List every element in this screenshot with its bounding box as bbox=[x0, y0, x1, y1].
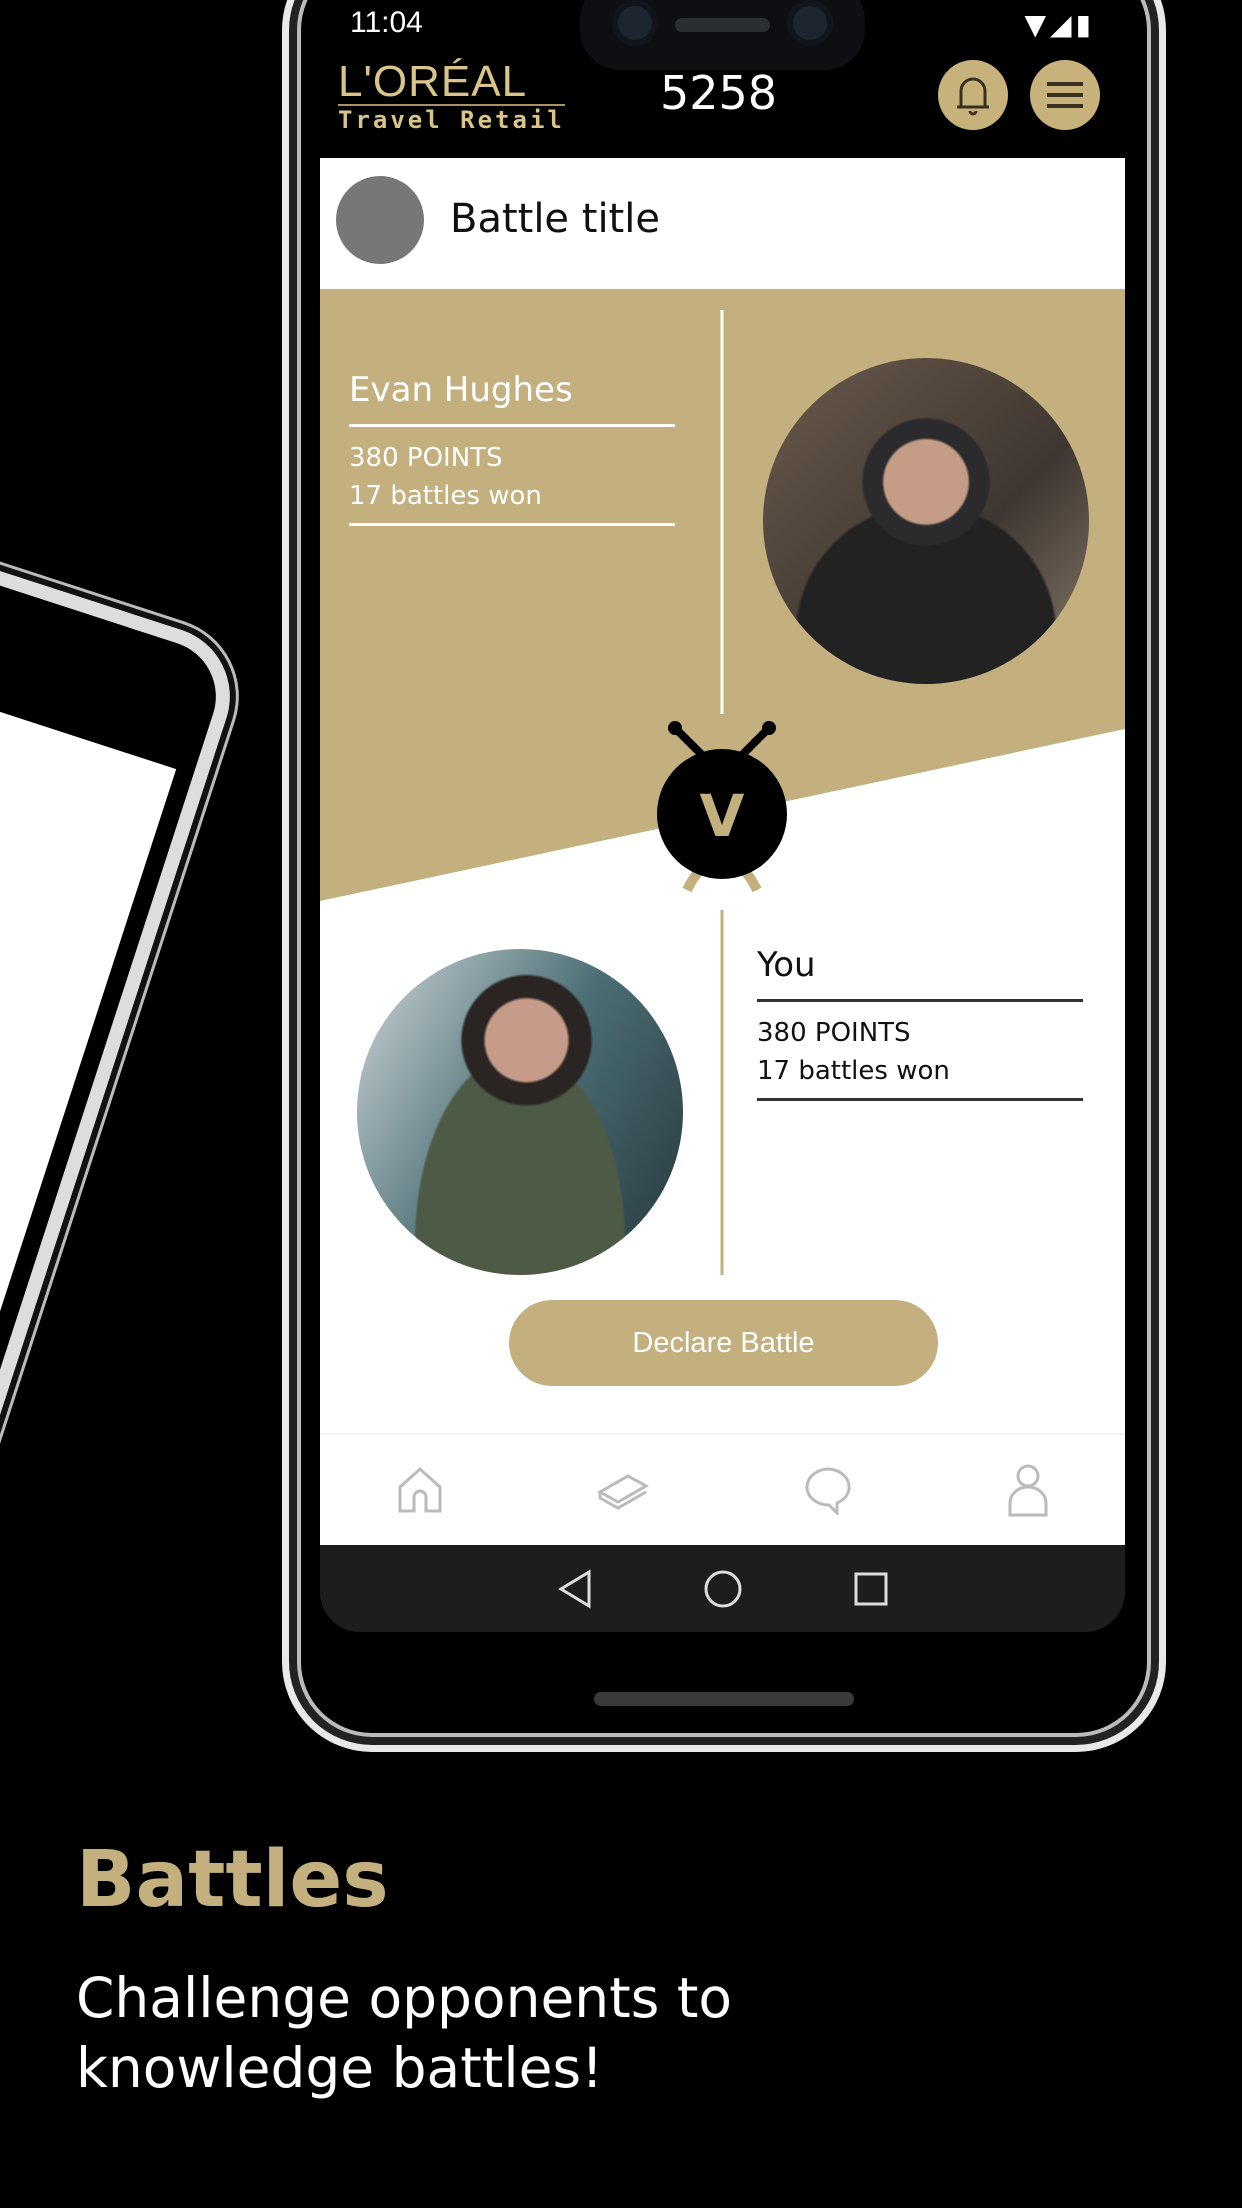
home-icon[interactable] bbox=[396, 1465, 444, 1515]
bottom-nav bbox=[320, 1433, 1125, 1545]
battle-title-bar: Battle title bbox=[320, 158, 1125, 289]
bell-icon bbox=[957, 77, 989, 116]
recents-icon[interactable] bbox=[853, 1571, 889, 1607]
book-icon[interactable] bbox=[596, 1470, 650, 1510]
battle-avatar bbox=[336, 176, 424, 264]
opponent-info: Evan Hughes 380 POINTS 17 battles won bbox=[349, 370, 675, 526]
opponent-name: Evan Hughes bbox=[349, 370, 573, 410]
your-info: You 380 POINTS 17 battles won bbox=[757, 945, 1083, 1101]
your-photo bbox=[357, 949, 683, 1275]
your-name: You bbox=[757, 945, 816, 985]
svg-text:V: V bbox=[700, 782, 745, 850]
app-header: L'ORÉAL Travel Retail 5258 bbox=[320, 50, 1125, 158]
status-time: 11:04 bbox=[350, 6, 423, 39]
phone-screen: 11:04 ▼◢▮ L'ORÉAL Travel Retail 5258 Bat… bbox=[320, 0, 1125, 1632]
android-nav-bar bbox=[320, 1545, 1125, 1632]
brand-logo: L'ORÉAL Travel Retail bbox=[338, 57, 565, 134]
your-battles: 17 battles won bbox=[757, 1056, 950, 1086]
opponent-points: 380 POINTS bbox=[349, 443, 503, 473]
status-icons: ▼◢▮ bbox=[1024, 8, 1095, 41]
chat-icon[interactable] bbox=[803, 1465, 855, 1515]
versus-emblem: V bbox=[657, 710, 787, 910]
your-points: 380 POINTS bbox=[757, 1018, 911, 1048]
opponent-photo bbox=[763, 358, 1089, 684]
opponent-battles: 17 battles won bbox=[349, 481, 542, 511]
menu-button[interactable] bbox=[1030, 60, 1100, 130]
home-circle-icon[interactable] bbox=[703, 1569, 743, 1609]
promo-subtitle: Challenge opponents to knowledge battles… bbox=[76, 1966, 733, 2100]
menu-icon bbox=[1047, 82, 1083, 108]
home-indicator bbox=[594, 1692, 854, 1706]
battle-title: Battle title bbox=[450, 196, 660, 242]
back-icon[interactable] bbox=[557, 1568, 593, 1609]
crossed-swords-icon: V bbox=[657, 721, 787, 893]
promo-heading: Battles bbox=[76, 1835, 389, 1925]
profile-icon[interactable] bbox=[1007, 1463, 1049, 1517]
background-phone bbox=[0, 512, 249, 1508]
points-counter: 5258 bbox=[660, 66, 778, 120]
declare-battle-button[interactable]: Declare Battle bbox=[509, 1300, 938, 1386]
notifications-button[interactable] bbox=[938, 60, 1008, 130]
